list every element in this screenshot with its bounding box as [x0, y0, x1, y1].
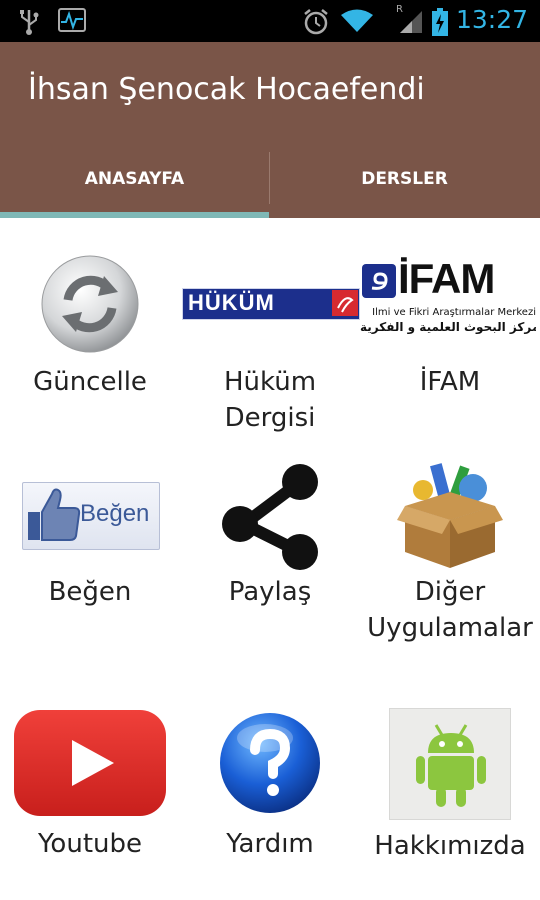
- grid-item-label: Paylaş: [228, 577, 312, 607]
- share-icon: [222, 464, 318, 570]
- grid-item-youtube[interactable]: Youtube: [0, 708, 180, 862]
- app-title: İhsan Şenocak Hocaefendi: [28, 72, 425, 107]
- grid-item-ifam[interactable]: İFAM İlmi ve Fikri Araştırmalar Merkezi …: [360, 252, 540, 400]
- hukum-logo-text: HÜKÜM: [188, 290, 275, 315]
- grid-item-label-line2: Uygulamalar: [367, 613, 533, 643]
- tab-anasayfa[interactable]: ANASAYFA: [0, 154, 269, 218]
- like-icon: Beğen: [0, 462, 180, 566]
- usb-icon: [20, 10, 39, 35]
- grid-item-label: Hakkımızda: [374, 831, 526, 861]
- thumbs-up-icon: [28, 488, 81, 541]
- grid-item-label: İFAM: [419, 367, 481, 397]
- status-bar: R 13:27: [0, 0, 540, 42]
- grid-item-label: Yardım: [226, 829, 314, 859]
- grid-item-hukum-dergisi[interactable]: HÜKÜM Hüküm Dergisi: [180, 252, 360, 436]
- hukum-logo: HÜKÜM: [180, 252, 360, 356]
- android-robot-icon: [416, 724, 486, 807]
- tab-divider: [269, 152, 270, 204]
- ifam-arabic-subtitle: مركز البحوث العلمية و الفكرية: [360, 320, 536, 334]
- grid-item-label: Hüküm: [223, 367, 317, 397]
- battery-icon: [432, 8, 448, 36]
- grid-item-label: Diğer: [414, 577, 486, 607]
- grid-item-begen[interactable]: Beğen Beğen: [0, 462, 180, 610]
- alarm-icon: [304, 9, 328, 35]
- grid-item-guncelle[interactable]: Güncelle: [0, 252, 180, 400]
- help-icon: [220, 713, 320, 813]
- grid-item-paylas[interactable]: Paylaş: [180, 462, 360, 610]
- box-icon: [397, 463, 503, 568]
- action-bar: İhsan Şenocak Hocaefendi ANASAYFA DERSLE…: [0, 42, 540, 218]
- grid-item-label: Beğen: [48, 577, 132, 607]
- grid-item-label-line2: Dergisi: [224, 403, 316, 433]
- tab-selected-indicator: [0, 212, 269, 218]
- grid-item-label: Güncelle: [33, 367, 147, 397]
- android-icon: [389, 708, 511, 820]
- grid-item-label: Youtube: [38, 829, 142, 859]
- grid-item-diger-uygulamalar[interactable]: Diğer Uygulamalar: [360, 462, 540, 646]
- status-clock: 13:27: [455, 5, 528, 34]
- ifam-subtitle: İlmi ve Fikri Araştırmalar Merkezi: [372, 307, 536, 318]
- tab-dersler[interactable]: DERSLER: [270, 154, 539, 218]
- wifi-icon: [341, 9, 373, 32]
- youtube-icon: [14, 710, 166, 816]
- signal-icon: [400, 11, 422, 33]
- grid-item-hakkimizda[interactable]: Hakkımızda: [360, 708, 540, 864]
- refresh-icon: [41, 255, 139, 353]
- ifam-emblem-icon: [371, 272, 388, 290]
- hukum-emblem-icon: [337, 297, 354, 313]
- activity-icon: [58, 8, 86, 32]
- ifam-logo-text: İFAM: [398, 255, 495, 302]
- ifam-logo: İFAM İlmi ve Fikri Araştırmalar Merkezi …: [360, 252, 540, 356]
- grid-item-yardim[interactable]: Yardım: [180, 708, 360, 862]
- begen-badge-text: Beğen: [80, 500, 150, 527]
